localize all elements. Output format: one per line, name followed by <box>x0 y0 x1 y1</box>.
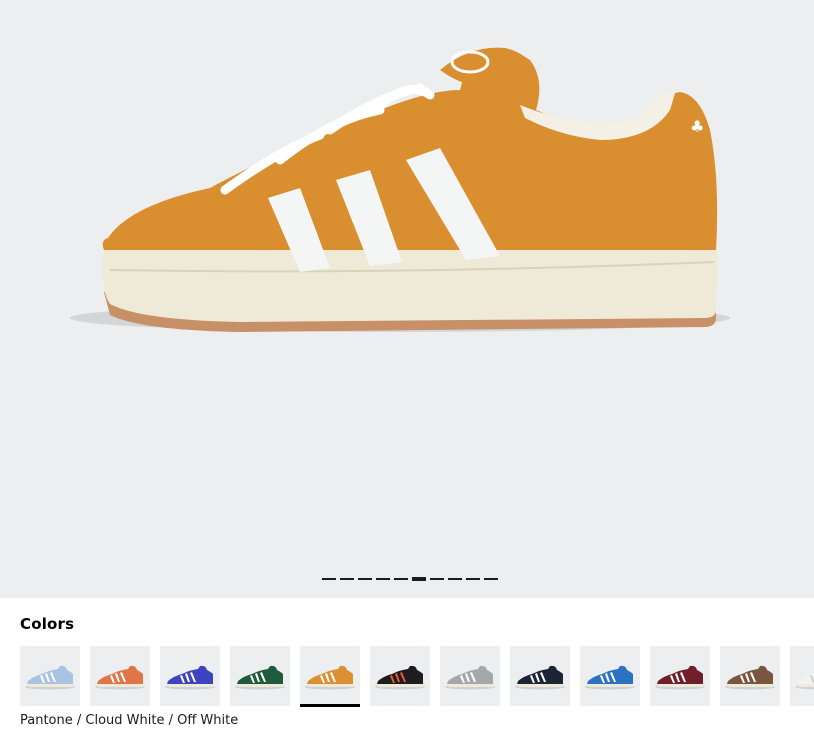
slide-indicator[interactable] <box>430 578 444 580</box>
color-swatch-royal-blue[interactable] <box>160 646 220 706</box>
color-swatch-burgundy[interactable] <box>650 646 710 706</box>
colors-heading: Colors <box>20 615 75 633</box>
slide-indicator[interactable] <box>340 578 354 580</box>
slide-indicator-active[interactable] <box>412 577 426 581</box>
shoe-thumbnail-icon <box>95 665 145 690</box>
slide-indicator[interactable] <box>466 578 480 580</box>
slide-indicator[interactable] <box>394 578 408 580</box>
shoe-thumbnail-icon <box>305 665 355 690</box>
shoe-thumbnail-icon <box>235 665 285 690</box>
shoe-thumbnail-icon <box>795 673 814 690</box>
shoe-thumbnail-icon <box>165 665 215 690</box>
color-swatch-orange[interactable] <box>90 646 150 706</box>
color-swatch-navy[interactable] <box>510 646 570 706</box>
color-swatch-brown[interactable] <box>720 646 780 706</box>
slide-indicator[interactable] <box>322 578 336 580</box>
product-image-gallery[interactable]: ♣ <box>0 0 814 598</box>
shoe-thumbnail-icon <box>25 665 75 690</box>
selected-color-name: Pantone / Cloud White / Off White <box>20 713 239 728</box>
shoe-thumbnail-icon <box>515 665 565 690</box>
slide-indicator[interactable] <box>358 578 372 580</box>
svg-text:♣: ♣ <box>690 117 704 136</box>
color-swatch-list <box>20 646 814 707</box>
shoe-thumbnail-icon <box>725 665 775 690</box>
shoe-thumbnail-icon <box>585 665 635 690</box>
color-swatch-blue[interactable] <box>580 646 640 706</box>
shoe-thumbnail-icon <box>445 665 495 690</box>
color-swatch-dark-green[interactable] <box>230 646 290 706</box>
slide-indicator[interactable] <box>484 578 498 580</box>
color-swatch-grey[interactable] <box>440 646 500 706</box>
shoe-thumbnail-icon <box>655 665 705 690</box>
product-image-shoe: ♣ <box>70 47 730 332</box>
shoe-thumbnail-icon <box>375 665 425 690</box>
color-swatch-pantone-orange[interactable] <box>300 646 360 707</box>
slide-indicator[interactable] <box>448 578 462 580</box>
gallery-pagination <box>322 577 498 581</box>
color-swatch-black-multi[interactable] <box>370 646 430 706</box>
color-swatch-white[interactable] <box>790 646 814 706</box>
slide-indicator[interactable] <box>376 578 390 580</box>
color-swatch-light-blue[interactable] <box>20 646 80 706</box>
